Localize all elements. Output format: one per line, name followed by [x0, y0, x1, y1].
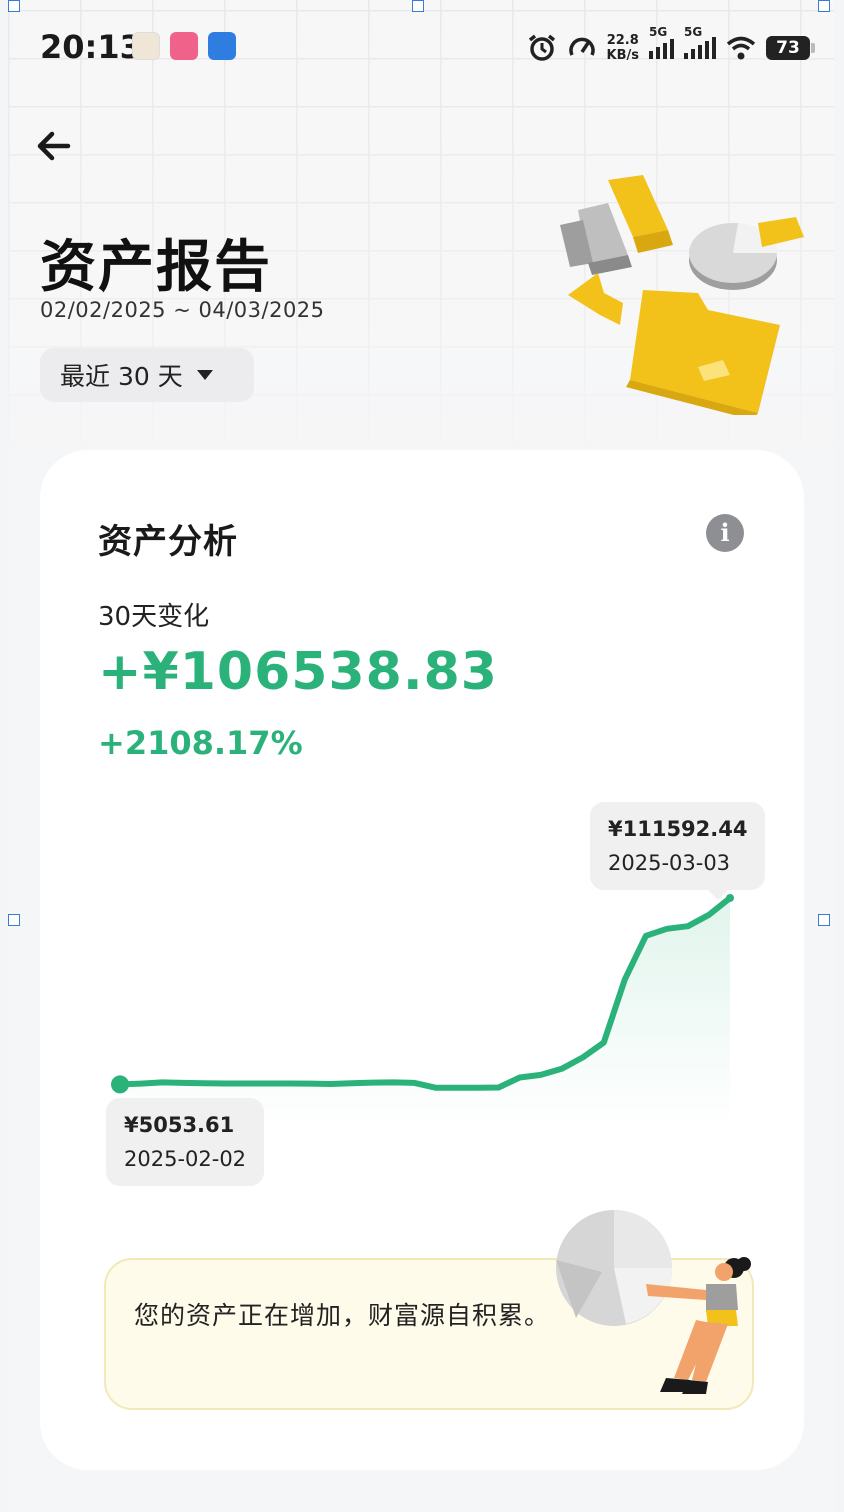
signal-icon: 5G [649, 25, 674, 59]
start-amount: ¥5053.61 [124, 1113, 235, 1137]
card-title: 资产分析 [98, 522, 238, 562]
screen: 20:13 22.8 KB/s 5G 5G 73 资产报告 02/02/2025… [8, 0, 834, 1512]
page-title: 资产报告 [40, 235, 272, 300]
notification-app-icon [170, 32, 198, 60]
asset-analysis-card: 资产分析 i 30天变化 +¥106538.83 +2108.17% ¥1115… [40, 450, 804, 1470]
signal-icon: 5G [684, 25, 716, 59]
arrow-left-icon [37, 131, 71, 161]
change-amount: +¥106538.83 [98, 642, 498, 702]
period-dropdown-label: 最近 30 天 [60, 362, 183, 391]
wifi-icon [726, 36, 756, 60]
date-range: 02/02/2025 ~ 04/03/2025 [40, 298, 325, 322]
selection-handle[interactable] [818, 0, 830, 12]
speedometer-icon [568, 37, 595, 56]
insight-text: 您的资产正在增加，财富源自积累。 [134, 1301, 551, 1330]
alarm-icon [528, 34, 555, 61]
report-illustration [560, 175, 804, 415]
end-date: 2025-03-03 [608, 851, 731, 875]
chart-area-fill [120, 898, 730, 1128]
person-with-pie-chart-illustration [556, 1210, 751, 1394]
back-button[interactable] [30, 122, 78, 170]
selection-handle[interactable] [412, 0, 424, 12]
change-percent: +2108.17% [98, 724, 303, 762]
caret-down-icon [196, 370, 213, 380]
period-dropdown[interactable]: 最近 30 天 [40, 348, 254, 402]
insight-box: 您的资产正在增加，财富源自积累。 [104, 1210, 754, 1410]
info-icon[interactable]: i [706, 514, 744, 552]
end-amount: ¥111592.44 [608, 817, 748, 841]
selection-handle[interactable] [8, 0, 20, 12]
chart-start-point [111, 1075, 129, 1094]
notification-app-icon [208, 32, 236, 60]
chart-start-label: ¥5053.61 2025-02-02 [106, 1098, 265, 1186]
network-speed-value: 22.8 [606, 33, 639, 48]
network-speed-unit: KB/s [606, 48, 639, 63]
status-time: 20:13 [40, 28, 142, 66]
status-bar: 20:13 22.8 KB/s 5G 5G 73 [8, 20, 834, 76]
change-label: 30天变化 [98, 602, 210, 632]
chart-end-label: ¥111592.44 2025-03-03 [590, 802, 766, 900]
selection-handle[interactable] [818, 914, 830, 926]
selection-handle[interactable] [8, 914, 20, 926]
notification-app-icon [132, 32, 160, 60]
start-date: 2025-02-02 [124, 1147, 247, 1171]
battery-indicator: 73 [766, 36, 815, 60]
